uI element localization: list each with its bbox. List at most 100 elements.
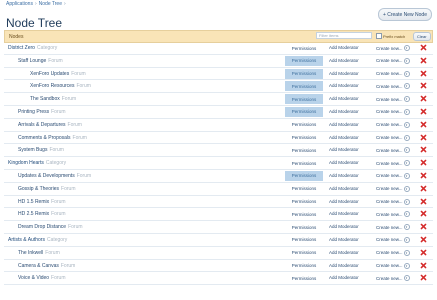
add-moderator-link[interactable]: Add Moderator xyxy=(329,147,359,152)
create-new-menu[interactable]: Create new... ▾ xyxy=(376,262,410,269)
add-moderator-link[interactable]: Add Moderator xyxy=(329,71,359,76)
add-moderator-link[interactable]: Add Moderator xyxy=(329,224,359,229)
create-new-menu[interactable]: Create new... ▾ xyxy=(376,249,410,256)
add-moderator-link[interactable]: Add Moderator xyxy=(329,109,359,114)
create-new-menu[interactable]: Create new... ▾ xyxy=(376,198,410,205)
delete-icon[interactable] xyxy=(420,134,427,141)
breadcrumb-item-applications[interactable]: Applications xyxy=(6,1,33,7)
node-title-link[interactable]: HD 2.5 Remix xyxy=(18,211,49,217)
add-moderator-link[interactable]: Add Moderator xyxy=(329,160,359,165)
delete-icon[interactable] xyxy=(420,146,427,153)
create-new-menu[interactable]: Create new... ▾ xyxy=(376,275,410,282)
create-new-menu[interactable]: Create new... ▾ xyxy=(376,224,410,231)
chevron-down-icon[interactable]: ▾ xyxy=(403,172,410,179)
create-new-menu[interactable]: Create new... ▾ xyxy=(376,134,410,141)
node-title-link[interactable]: Arrivals & Departures xyxy=(18,122,66,128)
add-moderator-link[interactable]: Add Moderator xyxy=(329,96,359,101)
breadcrumb-item-node-tree[interactable]: Node Tree xyxy=(39,1,62,7)
delete-icon[interactable] xyxy=(420,95,427,102)
delete-icon[interactable] xyxy=(420,70,427,77)
node-title-link[interactable]: The Sandbox xyxy=(30,96,60,102)
add-moderator-link[interactable]: Add Moderator xyxy=(329,173,359,178)
delete-icon[interactable] xyxy=(420,198,427,205)
filter-input[interactable]: Filter items xyxy=(316,32,372,39)
permissions-link[interactable]: Permissions xyxy=(285,133,323,143)
create-new-node-button[interactable]: + Create New Node xyxy=(377,8,432,21)
create-new-menu[interactable]: Create new... ▾ xyxy=(376,83,410,90)
create-new-menu[interactable]: Create new... ▾ xyxy=(376,121,410,128)
node-title-link[interactable]: HD 1.5 Remix xyxy=(18,199,49,205)
create-new-menu[interactable]: Create new... ▾ xyxy=(376,172,410,179)
permissions-link[interactable]: Permissions xyxy=(285,68,323,79)
delete-icon[interactable] xyxy=(420,44,427,51)
add-moderator-link[interactable]: Add Moderator xyxy=(329,211,359,216)
chevron-down-icon[interactable]: ▾ xyxy=(403,160,410,167)
node-title-link[interactable]: District Zero xyxy=(8,45,35,51)
permissions-link[interactable]: Permissions xyxy=(285,273,323,283)
create-new-menu[interactable]: Create new... ▾ xyxy=(376,96,410,103)
add-moderator-link[interactable]: Add Moderator xyxy=(329,83,359,88)
chevron-down-icon[interactable]: ▾ xyxy=(403,134,410,141)
prefix-match-option[interactable]: Prefix match xyxy=(376,33,405,39)
chevron-down-icon[interactable]: ▾ xyxy=(403,96,410,103)
add-moderator-link[interactable]: Add Moderator xyxy=(329,135,359,140)
node-title-link[interactable]: Dream Drop Distance xyxy=(18,224,66,230)
chevron-down-icon[interactable]: ▾ xyxy=(403,211,410,218)
delete-icon[interactable] xyxy=(420,262,427,269)
add-moderator-link[interactable]: Add Moderator xyxy=(329,237,359,242)
permissions-link[interactable]: Permissions xyxy=(285,158,323,168)
add-moderator-link[interactable]: Add Moderator xyxy=(329,263,359,268)
delete-icon[interactable] xyxy=(420,210,427,217)
add-moderator-link[interactable]: Add Moderator xyxy=(329,58,359,63)
chevron-down-icon[interactable]: ▾ xyxy=(403,121,410,128)
permissions-link[interactable]: Permissions xyxy=(285,81,323,92)
permissions-link[interactable]: Permissions xyxy=(285,55,323,66)
clear-filter-button[interactable]: Clear xyxy=(413,32,431,41)
add-moderator-link[interactable]: Add Moderator xyxy=(329,199,359,204)
node-title-link[interactable]: Kingdom Hearts xyxy=(8,160,44,166)
permissions-link[interactable]: Permissions xyxy=(285,197,323,207)
add-moderator-link[interactable]: Add Moderator xyxy=(329,186,359,191)
permissions-link[interactable]: Permissions xyxy=(285,43,323,53)
add-moderator-link[interactable]: Add Moderator xyxy=(329,45,359,50)
permissions-link[interactable]: Permissions xyxy=(285,145,323,155)
permissions-link[interactable]: Permissions xyxy=(285,261,323,271)
permissions-link[interactable]: Permissions xyxy=(285,106,323,117)
delete-icon[interactable] xyxy=(420,236,427,243)
chevron-down-icon[interactable]: ▾ xyxy=(403,147,410,154)
add-moderator-link[interactable]: Add Moderator xyxy=(329,122,359,127)
create-new-menu[interactable]: Create new... ▾ xyxy=(376,147,410,154)
chevron-down-icon[interactable]: ▾ xyxy=(403,83,410,90)
node-title-link[interactable]: Artists & Authors xyxy=(8,237,45,243)
node-title-link[interactable]: Camera & Canvas xyxy=(18,263,59,269)
delete-icon[interactable] xyxy=(420,108,427,115)
chevron-down-icon[interactable]: ▾ xyxy=(403,198,410,205)
chevron-down-icon[interactable]: ▾ xyxy=(403,275,410,282)
chevron-down-icon[interactable]: ▾ xyxy=(403,185,410,192)
permissions-link[interactable]: Permissions xyxy=(285,120,323,130)
node-title-link[interactable]: Voice & Video xyxy=(18,275,49,281)
chevron-down-icon[interactable]: ▾ xyxy=(403,224,410,231)
create-new-menu[interactable]: Create new... ▾ xyxy=(376,57,410,64)
chevron-down-icon[interactable]: ▾ xyxy=(403,108,410,115)
permissions-link[interactable]: Permissions xyxy=(285,94,323,105)
node-title-link[interactable]: The Inkwell xyxy=(18,250,43,256)
create-new-menu[interactable]: Create new... ▾ xyxy=(376,160,410,167)
node-title-link[interactable]: Gossip & Theories xyxy=(18,186,59,192)
permissions-link[interactable]: Permissions xyxy=(285,235,323,245)
chevron-down-icon[interactable]: ▾ xyxy=(403,249,410,256)
chevron-down-icon[interactable]: ▾ xyxy=(403,45,410,51)
node-title-link[interactable]: Updates & Developments xyxy=(18,173,75,179)
node-title-link[interactable]: Staff Lounge xyxy=(18,58,46,64)
permissions-link[interactable]: Permissions xyxy=(285,170,323,181)
delete-icon[interactable] xyxy=(420,57,427,64)
create-new-menu[interactable]: Create new... ▾ xyxy=(376,70,410,77)
create-new-menu[interactable]: Create new... ▾ xyxy=(376,236,410,243)
delete-icon[interactable] xyxy=(420,172,427,179)
node-title-link[interactable]: XenForo Updates xyxy=(30,71,69,77)
add-moderator-link[interactable]: Add Moderator xyxy=(329,275,359,280)
create-new-menu[interactable]: Create new... ▾ xyxy=(376,185,410,192)
delete-icon[interactable] xyxy=(420,159,427,166)
add-moderator-link[interactable]: Add Moderator xyxy=(329,250,359,255)
prefix-match-checkbox[interactable] xyxy=(376,33,382,39)
